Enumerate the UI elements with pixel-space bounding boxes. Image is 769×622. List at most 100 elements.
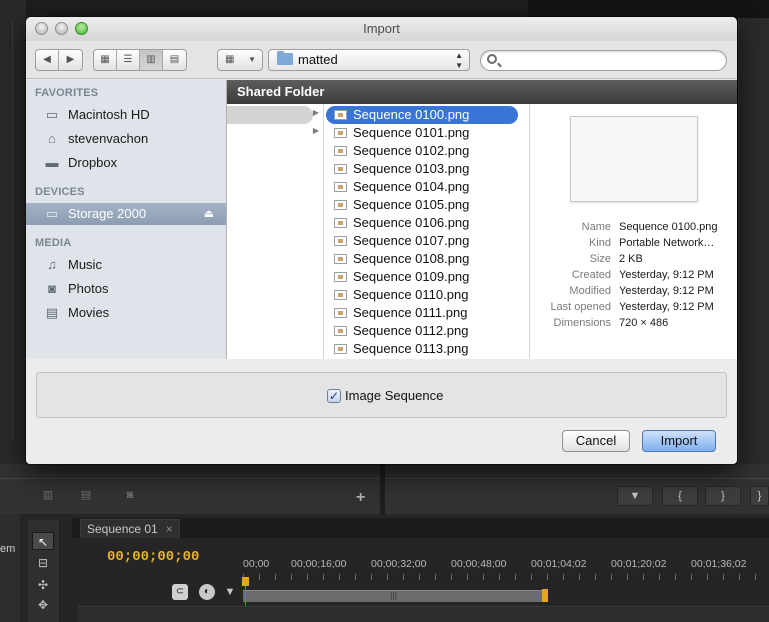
export-frame-icon[interactable]: ◙ xyxy=(112,486,148,506)
file-name: Sequence 0104.png xyxy=(353,179,470,194)
linked-selection-icon[interactable]: ◐ xyxy=(199,584,215,600)
column-view-button[interactable]: ▥ xyxy=(140,50,163,70)
png-file-icon xyxy=(334,200,347,210)
selected-folder-row[interactable] xyxy=(227,106,313,124)
cover-flow-view-button[interactable]: ▤ xyxy=(163,50,186,70)
close-icon[interactable]: × xyxy=(166,522,173,536)
preview-pane: Name Sequence 0100.png Kind Portable Netwo… xyxy=(530,104,737,359)
playhead-timecode[interactable]: 00;00;00;00 xyxy=(107,549,199,565)
ripple-edit-tool-icon[interactable]: ✣ xyxy=(32,576,54,594)
file-row[interactable]: Sequence 0109.png xyxy=(326,268,518,286)
sidebar-item-macintosh-hd[interactable]: ▭ Macintosh HD xyxy=(26,104,226,126)
mark-in-button[interactable]: { xyxy=(662,486,698,506)
file-row[interactable]: Sequence 0106.png xyxy=(326,214,518,232)
updown-arrows-icon: ▲ ▼ xyxy=(455,51,463,70)
tab-sequence-01[interactable]: Sequence 01 × xyxy=(80,519,180,538)
file-row[interactable]: Sequence 0104.png xyxy=(326,178,518,196)
png-file-icon xyxy=(334,182,347,192)
info-row-kind: Kind Portable Network… xyxy=(530,235,737,251)
info-row-created: Created Yesterday, 9:12 PM xyxy=(530,267,737,283)
sidebar-item-stevenvachon[interactable]: ⌂ stevenvachon xyxy=(26,128,226,150)
arrange-icon: ▦ xyxy=(225,54,235,65)
file-row[interactable]: Sequence 0102.png xyxy=(326,142,518,160)
file-row[interactable]: Sequence 0105.png xyxy=(326,196,518,214)
file-row[interactable]: Sequence 0110.png xyxy=(326,286,518,304)
chevron-down-icon: ▼ xyxy=(248,55,256,64)
go-to-out-button[interactable]: } xyxy=(750,486,769,506)
sidebar-item-label: Photos xyxy=(68,281,109,296)
close-window-button[interactable] xyxy=(35,22,48,35)
file-row[interactable]: Sequence 0111.png xyxy=(326,304,518,322)
info-row-size: Size 2 KB xyxy=(530,251,737,267)
playhead-handle[interactable] xyxy=(242,577,249,586)
dialog-title: Import xyxy=(363,21,400,36)
file-row[interactable]: Sequence 0113.png xyxy=(326,340,518,358)
list-view-button[interactable]: ☰ xyxy=(117,50,140,70)
folder-icon xyxy=(277,51,293,65)
add-marker-button[interactable]: ▼ xyxy=(617,486,653,506)
right-panel-edge xyxy=(738,18,769,468)
eject-icon[interactable]: ⏏ xyxy=(204,203,214,225)
overwrite-icon[interactable]: ▤ xyxy=(68,486,104,506)
track-select-tool-icon[interactable]: ⊟ xyxy=(32,554,54,572)
cancel-button[interactable]: Cancel xyxy=(562,430,630,452)
image-sequence-label: Image Sequence xyxy=(345,388,444,403)
file-row[interactable]: Sequence 0100.png xyxy=(326,106,518,124)
png-file-icon xyxy=(334,236,347,246)
file-preview-thumbnail xyxy=(570,116,698,202)
work-area-grip-icon[interactable]: ||| xyxy=(390,590,397,600)
browser-column-1: ▶ ▶ xyxy=(227,104,324,359)
sidebar-item-photos[interactable]: ◙ Photos xyxy=(26,278,226,300)
import-button[interactable]: Import xyxy=(642,430,716,452)
file-row[interactable]: Sequence 0101.png xyxy=(326,124,518,142)
view-mode-control: ▦ ☰ ▥ ▤ xyxy=(93,49,187,71)
mark-out-button[interactable]: } xyxy=(705,486,741,506)
music-icon: ♫ xyxy=(47,257,57,272)
file-row[interactable]: Sequence 0107.png xyxy=(326,232,518,250)
disclosure-arrow-icon: ▶ xyxy=(312,126,319,135)
search-input[interactable] xyxy=(480,50,727,71)
info-row-modified: Modified Yesterday, 9:12 PM xyxy=(530,283,737,299)
tab-label: Sequence 01 xyxy=(87,522,158,536)
image-sequence-checkbox[interactable]: ✓ xyxy=(327,389,341,403)
arrange-menu-button[interactable]: ▦ ▼ xyxy=(217,49,263,71)
info-value: Yesterday, 9:12 PM xyxy=(619,269,714,281)
image-sequence-option[interactable]: ✓ Image Sequence xyxy=(327,387,443,405)
sidebar-item-movies[interactable]: ▤ Movies xyxy=(26,302,226,324)
sidebar-item-dropbox[interactable]: ▬ Dropbox xyxy=(26,152,226,174)
forward-button[interactable]: ▶ xyxy=(59,50,82,70)
info-key: Last opened xyxy=(550,301,611,313)
add-marker-icon[interactable]: ▼ xyxy=(222,584,238,600)
back-button[interactable]: ◀ xyxy=(36,50,59,70)
rolling-edit-tool-icon[interactable]: ✥ xyxy=(32,596,54,614)
file-name: Sequence 0110.png xyxy=(353,287,469,302)
sidebar: FAVORITES ▭ Macintosh HD ⌂ stevenvachon … xyxy=(26,80,227,359)
icon-view-button[interactable]: ▦ xyxy=(94,50,117,70)
zoom-window-button[interactable] xyxy=(75,22,88,35)
file-name: Sequence 0102.png xyxy=(353,143,470,158)
file-row[interactable]: Sequence 0112.png xyxy=(326,322,518,340)
file-name: Sequence 0101.png xyxy=(353,125,470,140)
title-bar: Import xyxy=(26,17,737,41)
work-area-end-handle[interactable] xyxy=(542,589,548,602)
location-popup[interactable]: matted ▲ ▼ xyxy=(268,49,470,71)
info-key: Created xyxy=(571,269,611,281)
png-file-icon xyxy=(334,164,347,174)
minimize-window-button[interactable] xyxy=(55,22,68,35)
insert-icon[interactable]: ▥ xyxy=(30,486,66,506)
file-name: Sequence 0111.png xyxy=(353,305,468,320)
sidebar-item-music[interactable]: ♫ Music xyxy=(26,254,226,276)
add-button-icon[interactable]: + xyxy=(356,489,365,507)
external-drive-icon: ▭ xyxy=(45,206,59,221)
png-file-icon xyxy=(334,128,347,138)
sidebar-item-storage-2000[interactable]: ▭ Storage 2000 ⏏ xyxy=(26,203,226,225)
ruler-label: 00;00;32;00 xyxy=(371,558,427,570)
selection-tool-icon[interactable]: ↖ xyxy=(32,532,54,550)
file-row[interactable]: Sequence 0108.png xyxy=(326,250,518,268)
file-row[interactable]: Sequence 0103.png xyxy=(326,160,518,178)
file-name: Sequence 0108.png xyxy=(353,251,470,266)
ruler-ticks xyxy=(243,574,769,580)
file-name: Sequence 0106.png xyxy=(353,215,470,230)
snap-icon[interactable]: ⊂ xyxy=(172,584,188,600)
file-name: Sequence 0100.png xyxy=(353,107,470,122)
